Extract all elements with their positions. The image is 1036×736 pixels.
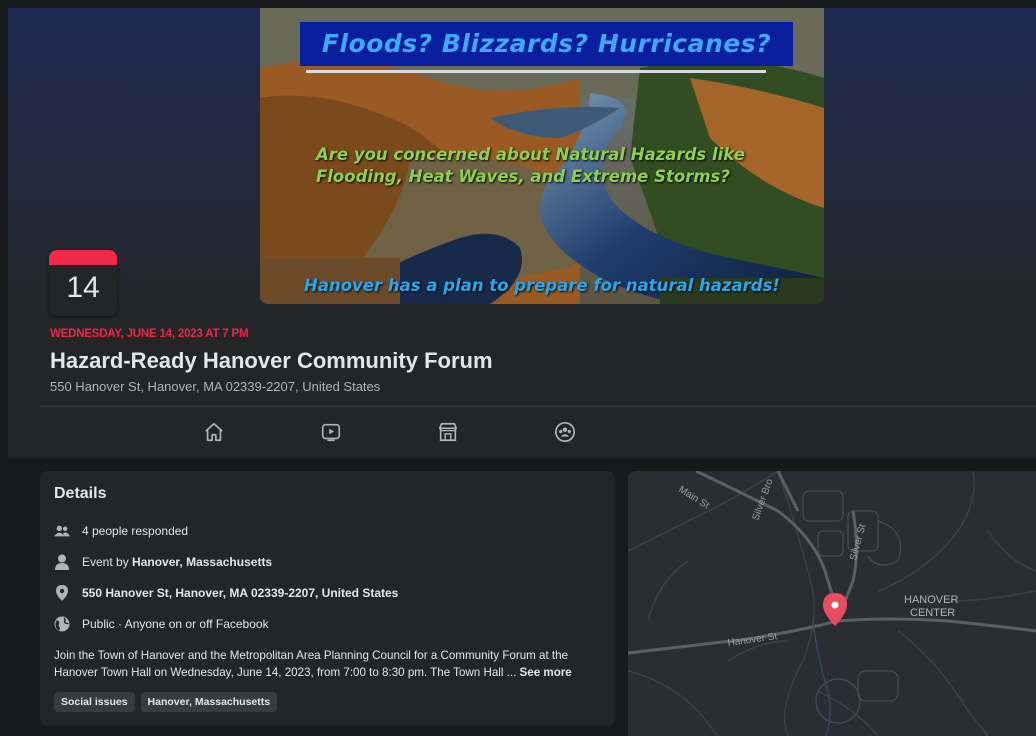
event-cover-image[interactable]: Floods? Blizzards? Hurricanes? Are you c… [260, 8, 824, 304]
event-date: WEDNESDAY, JUNE 14, 2023 AT 7 PM [50, 328, 249, 340]
calendar-badge-header [49, 250, 117, 265]
event-description: Join the Town of Hanover and the Metropo… [54, 647, 594, 681]
event-title: Hazard-Ready Hanover Community Forum [50, 348, 493, 373]
host-link[interactable]: Hanover, Massachusetts [132, 555, 272, 569]
location-map[interactable]: Main St Silver Bro Silver St Hanover St … [628, 471, 1036, 736]
chip-hanover-massachusetts[interactable]: Hanover, Massachusetts [140, 692, 278, 712]
description-line-1: Join the Town of Hanover and the Metropo… [54, 649, 569, 662]
people-icon [54, 523, 70, 539]
event-address[interactable]: 550 Hanover St, Hanover, MA 02339-2207, … [50, 379, 380, 394]
chip-social-issues[interactable]: Social issues [54, 692, 135, 712]
groups-icon[interactable] [553, 420, 577, 444]
event-header: Floods? Blizzards? Hurricanes? Are you c… [8, 8, 1036, 458]
map-canvas: Main St Silver Bro Silver St Hanover St … [628, 471, 1036, 736]
marketplace-icon[interactable] [436, 420, 460, 444]
details-location-row[interactable]: 550 Hanover St, Hanover, MA 02339-2207, … [54, 577, 601, 608]
category-chips: Social issues Hanover, Massachusetts [54, 692, 601, 712]
banner-question-line-1: Are you concerned about Natural Hazards … [316, 145, 745, 164]
location-pin-icon [54, 584, 70, 601]
location-text: 550 Hanover St, Hanover, MA 02339-2207, … [82, 585, 399, 600]
responded-count: 4 people responded [82, 523, 189, 538]
banner-question: Are you concerned about Natural Hazards … [316, 144, 786, 188]
banner-question-line-2: Flooding, Heat Waves, and Extreme Storms… [316, 167, 730, 186]
nav-tabs [8, 408, 1036, 458]
event-body: Details 4 people responded Event by Hano… [8, 458, 1036, 736]
see-more-link[interactable]: See more [520, 666, 572, 679]
banner-divider [306, 70, 766, 73]
description-line-2: Hanover Town Hall on Wednesday, June 14,… [54, 666, 520, 679]
person-icon [54, 554, 70, 570]
banner-tagline: Hanover has a plan to prepare for natura… [304, 276, 780, 295]
details-card: Details 4 people responded Event by Hano… [40, 471, 615, 726]
video-icon[interactable] [319, 420, 343, 444]
globe-icon [54, 616, 70, 632]
details-responded-row[interactable]: 4 people responded [54, 515, 601, 546]
event-page: Floods? Blizzards? Hurricanes? Are you c… [8, 8, 1036, 736]
map-label-center-2: CENTER [910, 607, 955, 619]
home-icon[interactable] [202, 420, 226, 444]
calendar-badge: 14 [49, 250, 117, 316]
details-heading: Details [54, 485, 107, 502]
calendar-day: 14 [66, 271, 100, 304]
details-privacy-row: Public · Anyone on or off Facebook [54, 608, 601, 639]
host-prefix: Event by [82, 554, 129, 569]
details-host-row: Event by Hanover, Massachusetts [54, 546, 601, 577]
header-divider [40, 406, 1036, 407]
privacy-text: Public · Anyone on or off Facebook [82, 616, 269, 631]
banner-headline: Floods? Blizzards? Hurricanes? [300, 22, 793, 66]
map-label-center-1: HANOVER [904, 594, 958, 606]
